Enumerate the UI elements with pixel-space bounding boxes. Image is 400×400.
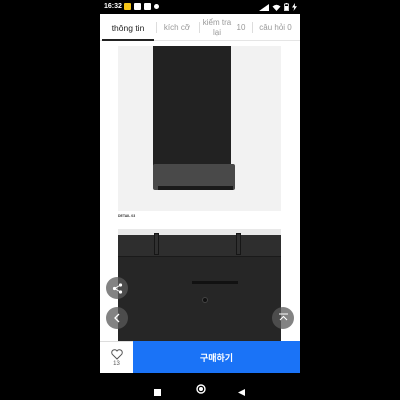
product-detail-image-pant-back bbox=[118, 229, 281, 341]
status-bar: 16:32 bbox=[100, 0, 300, 14]
home-icon[interactable] bbox=[196, 381, 206, 399]
product-detail-image-pant-hem bbox=[118, 46, 281, 211]
phone-screen: 16:32 thông tin kích cỡ kiểm tra lại 10 … bbox=[100, 0, 300, 400]
wifi-icon bbox=[272, 4, 281, 13]
share-icon bbox=[112, 282, 122, 294]
pant-cuff-edge bbox=[158, 186, 233, 190]
notification-icon bbox=[154, 4, 159, 9]
chat-notification-icon bbox=[134, 3, 141, 10]
heart-icon bbox=[110, 348, 123, 360]
battery-icon bbox=[284, 3, 289, 13]
chevron-left-icon bbox=[114, 313, 120, 323]
tab-size[interactable]: kích cỡ bbox=[157, 14, 197, 41]
bottom-action-bar: 13 구매하기 bbox=[100, 341, 300, 373]
chat-notification-icon bbox=[144, 3, 151, 10]
recents-icon[interactable] bbox=[154, 383, 161, 400]
previous-image-button[interactable] bbox=[106, 307, 128, 329]
back-pocket-slit bbox=[192, 281, 238, 284]
active-tab-indicator bbox=[102, 39, 154, 41]
tab-reviews[interactable]: kiểm tra lại bbox=[200, 14, 234, 41]
tab-questions[interactable]: câu hỏi 0 bbox=[253, 14, 298, 41]
status-time: 16:32 bbox=[104, 3, 122, 10]
belt-loop bbox=[236, 233, 241, 255]
wishlist-count: 13 bbox=[113, 360, 120, 367]
pant-waistband bbox=[118, 235, 281, 257]
share-button[interactable] bbox=[106, 277, 128, 299]
tab-info[interactable]: thông tin bbox=[102, 14, 154, 41]
pocket-button bbox=[202, 297, 208, 303]
back-icon[interactable] bbox=[238, 383, 245, 400]
belt-loop bbox=[154, 233, 159, 255]
charging-icon bbox=[292, 3, 297, 13]
scroll-top-icon bbox=[278, 313, 288, 321]
app-notification-icon bbox=[124, 3, 131, 10]
system-nav-bar bbox=[100, 373, 300, 400]
tab-reviews-count[interactable]: 10 bbox=[234, 14, 248, 41]
scroll-to-top-button[interactable] bbox=[272, 307, 294, 329]
wishlist-button[interactable]: 13 bbox=[100, 341, 133, 373]
detail-caption: DETAIL 03 bbox=[118, 214, 136, 218]
buy-button[interactable]: 구매하기 bbox=[133, 341, 300, 373]
product-tabs: thông tin kích cỡ kiểm tra lại 10 câu hỏ… bbox=[100, 14, 300, 41]
signal-icon bbox=[259, 3, 269, 13]
pant-leg-shape bbox=[153, 46, 231, 179]
